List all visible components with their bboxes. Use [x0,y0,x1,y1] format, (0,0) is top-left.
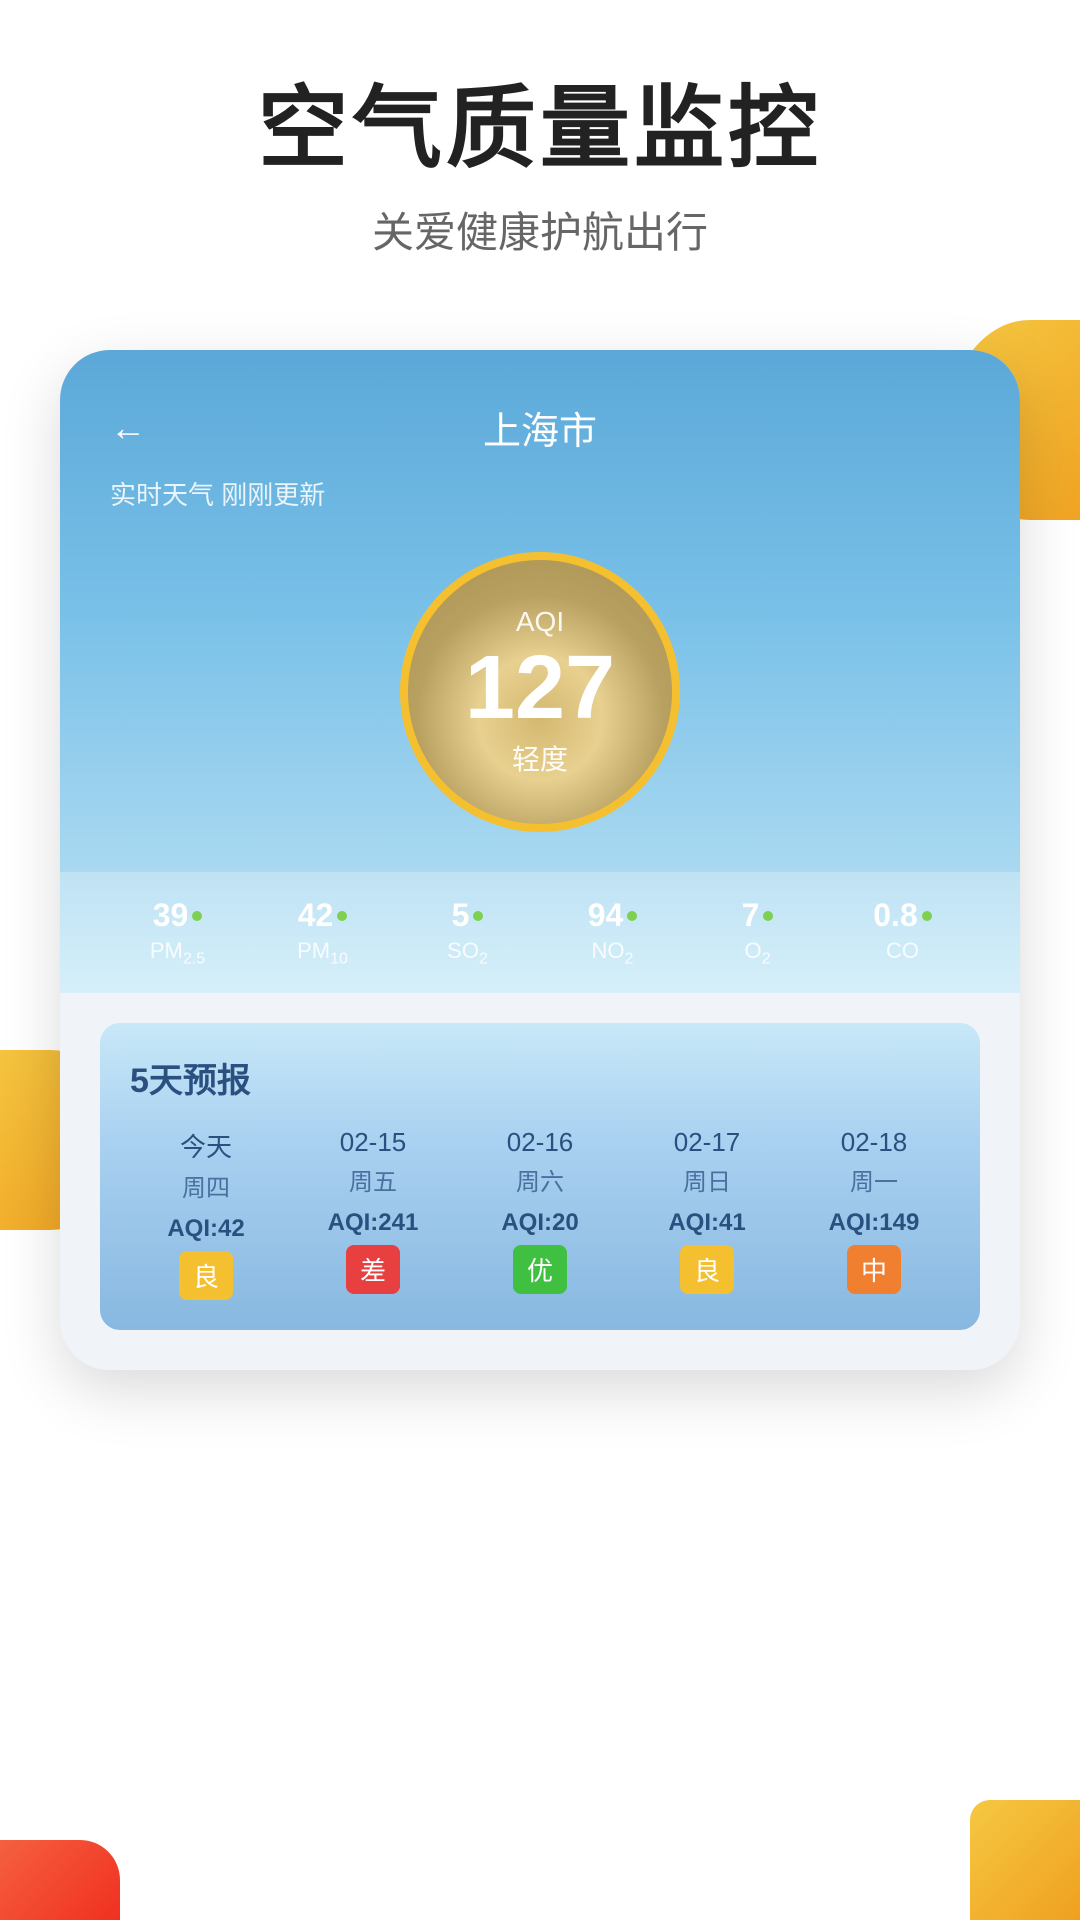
forecast-weekday: 周四 [130,1168,282,1203]
pollutant-name: CO [835,938,970,964]
pollutant-item: 7 O2 [690,897,825,968]
nav-bar: ← 上海市 [110,400,970,455]
forecast-section: 5天预报 今天 周四 AQI:42 良 02-15 周五 AQI:241 差 0… [100,1023,980,1330]
pollutant-value: 7 [690,897,825,934]
pollutant-dot [192,911,202,921]
forecast-aqi: AQI:42 [130,1215,282,1243]
pollutant-item: 39 PM2.5 [110,897,245,968]
pollutant-item: 42 PM10 [255,897,390,968]
forecast-date: 今天 [130,1127,282,1164]
forecast-weekday: 周五 [297,1162,449,1197]
deco-rect-right [970,1800,1080,1920]
pollutant-name: NO2 [545,938,680,968]
aqi-label: AQI [516,606,564,638]
pollutant-dot [627,911,637,921]
pollutant-item: 0.8 CO [835,897,970,968]
subtitle: 关爱健康护航出行 [40,199,1040,260]
pollutant-value: 39 [110,897,245,934]
pollutant-name: PM10 [255,938,390,968]
aqi-circle-container: AQI 127 轻度 [110,552,970,832]
forecast-aqi: AQI:41 [631,1209,783,1237]
forecast-day-item: 02-16 周六 AQI:20 优 [464,1127,616,1300]
forecast-badge: 差 [346,1245,400,1294]
forecast-title: 5天预报 [130,1053,950,1102]
pollutant-section: 39 PM2.5 42 PM10 5 SO2 94 NO2 7 O2 0.8 C… [60,872,1020,993]
forecast-badge: 中 [847,1245,901,1294]
pollutant-value: 5 [400,897,535,934]
pollutant-dot [922,911,932,921]
pollutant-value: 42 [255,897,390,934]
forecast-aqi: AQI:241 [297,1209,449,1237]
forecast-badge: 良 [179,1251,233,1300]
forecast-date: 02-16 [464,1127,616,1158]
sky-section: ← 上海市 实时天气 刚刚更新 AQI 127 轻度 39 PM2.5 42 P… [60,350,1020,993]
forecast-day-item: 今天 周四 AQI:42 良 [130,1127,282,1300]
main-title: 空气质量监控 [40,80,1040,179]
pollutant-name: O2 [690,938,825,968]
forecast-date: 02-15 [297,1127,449,1158]
forecast-date: 02-17 [631,1127,783,1158]
back-button[interactable]: ← [110,407,146,449]
forecast-date: 02-18 [798,1127,950,1158]
pollutant-item: 5 SO2 [400,897,535,968]
forecast-weekday: 周一 [798,1162,950,1197]
pollutant-dot [763,911,773,921]
forecast-aqi: AQI:20 [464,1209,616,1237]
forecast-badge: 良 [680,1245,734,1294]
aqi-value: 127 [465,643,615,733]
pollutant-name: PM2.5 [110,938,245,968]
deco-red-corner [0,1840,120,1920]
white-section: 5天预报 今天 周四 AQI:42 良 02-15 周五 AQI:241 差 0… [60,993,1020,1370]
forecast-day-item: 02-15 周五 AQI:241 差 [297,1127,449,1300]
forecast-weekday: 周六 [464,1162,616,1197]
city-name: 上海市 [483,400,597,455]
weather-status: 实时天气 刚刚更新 [110,475,970,512]
forecast-day-item: 02-17 周日 AQI:41 良 [631,1127,783,1300]
phone-card: ← 上海市 实时天气 刚刚更新 AQI 127 轻度 39 PM2.5 42 P… [60,350,1020,1370]
forecast-day-item: 02-18 周一 AQI:149 中 [798,1127,950,1300]
pollutant-value: 94 [545,897,680,934]
aqi-description: 轻度 [512,738,568,778]
pollutant-dot [473,911,483,921]
aqi-circle: AQI 127 轻度 [400,552,680,832]
pollutant-item: 94 NO2 [545,897,680,968]
forecast-aqi: AQI:149 [798,1209,950,1237]
header-section: 空气质量监控 关爱健康护航出行 [0,0,1080,320]
pollutant-value: 0.8 [835,897,970,934]
forecast-badge: 优 [513,1245,567,1294]
pollutant-name: SO2 [400,938,535,968]
pollutant-dot [337,911,347,921]
pollutant-grid: 39 PM2.5 42 PM10 5 SO2 94 NO2 7 O2 0.8 C… [110,897,970,968]
forecast-weekday: 周日 [631,1162,783,1197]
forecast-grid: 今天 周四 AQI:42 良 02-15 周五 AQI:241 差 02-16 … [130,1127,950,1300]
